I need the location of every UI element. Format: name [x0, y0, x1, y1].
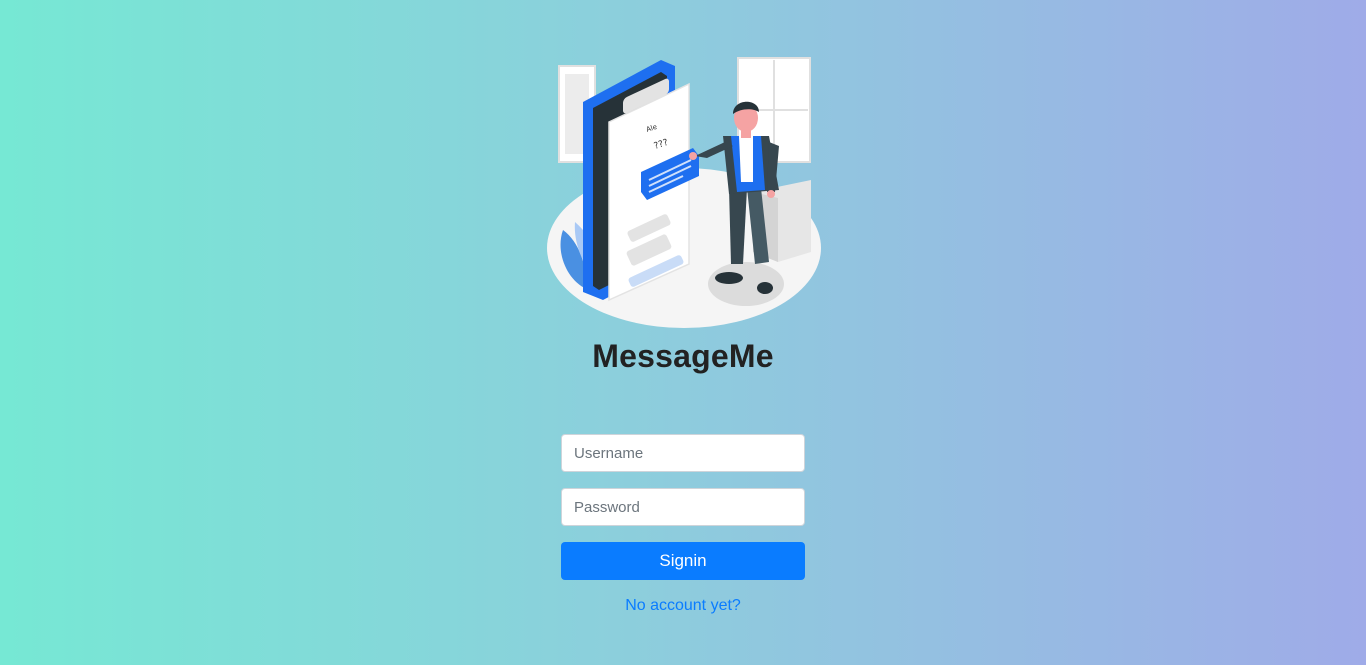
password-input[interactable]: [561, 488, 805, 526]
signin-button[interactable]: Signin: [561, 542, 805, 580]
app-title: MessageMe: [592, 338, 774, 374]
username-input[interactable]: [561, 434, 805, 472]
signup-link[interactable]: No account yet?: [561, 597, 805, 615]
login-form: Signin No account yet?: [561, 434, 805, 615]
login-illustration: ??? Ale: [547, 57, 821, 328]
